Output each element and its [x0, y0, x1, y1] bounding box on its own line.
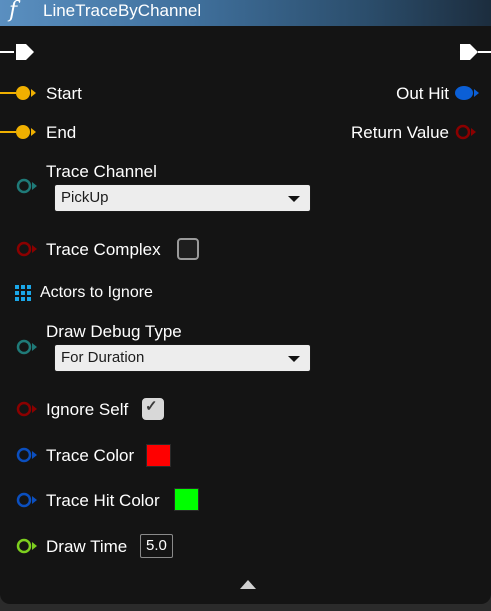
trace-color-pin[interactable] — [16, 447, 40, 463]
return-value-label: Return Value — [351, 123, 449, 142]
start-label: Start — [46, 84, 82, 103]
actors-to-ignore-label: Actors to Ignore — [40, 284, 153, 301]
node-title: LineTraceByChannel — [43, 1, 202, 20]
chevron-down-icon — [288, 356, 300, 362]
exec-in-wire — [0, 51, 14, 53]
collapse-arrow-icon[interactable] — [240, 580, 256, 589]
draw-time-input[interactable]: 5.0 — [140, 534, 173, 558]
trace-hit-color-swatch[interactable] — [174, 488, 199, 511]
ignore-self-checkbox[interactable]: ✓ — [142, 398, 164, 420]
draw-debug-type-pin[interactable] — [16, 339, 40, 355]
trace-complex-label: Trace Complex — [46, 240, 161, 259]
out-hit-pin[interactable] — [454, 85, 480, 101]
array-grid-icon[interactable] — [15, 285, 33, 303]
trace-color-label: Trace Color — [46, 446, 135, 465]
exec-in-pin[interactable] — [14, 42, 36, 62]
trace-complex-checkbox[interactable] — [177, 238, 199, 260]
start-wire — [0, 92, 16, 94]
draw-time-pin[interactable] — [16, 538, 40, 554]
trace-color-swatch[interactable] — [146, 444, 171, 467]
out-hit-label: Out Hit — [396, 84, 449, 103]
draw-time-label: Draw Time — [46, 537, 128, 556]
exec-out-pin[interactable] — [458, 42, 480, 62]
trace-channel-dropdown[interactable]: PickUp — [54, 184, 311, 212]
end-label: End — [46, 123, 77, 142]
draw-debug-type-label: Draw Debug Type — [46, 322, 182, 341]
chevron-down-icon — [288, 196, 300, 202]
end-pin[interactable] — [15, 124, 37, 140]
checkmark-icon: ✓ — [145, 398, 158, 415]
exec-out-wire — [478, 51, 491, 53]
trace-channel-value: PickUp — [61, 189, 109, 206]
end-wire — [0, 131, 16, 133]
trace-complex-pin[interactable] — [16, 241, 40, 257]
trace-channel-pin[interactable] — [16, 178, 40, 194]
trace-hit-color-pin[interactable] — [16, 492, 40, 508]
trace-channel-label: Trace Channel — [46, 162, 157, 181]
draw-debug-type-value: For Duration — [61, 349, 145, 366]
return-value-pin[interactable] — [455, 124, 479, 140]
start-pin[interactable] — [15, 85, 37, 101]
node-header[interactable]: f LineTraceByChannel — [0, 0, 491, 26]
trace-hit-color-label: Trace Hit Color — [46, 491, 160, 510]
ignore-self-label: Ignore Self — [46, 400, 129, 419]
line-trace-node[interactable]: f LineTraceByChannel Start Out Hit End R… — [0, 0, 491, 604]
ignore-self-pin[interactable] — [16, 401, 40, 417]
draw-debug-type-dropdown[interactable]: For Duration — [54, 344, 311, 372]
function-icon: f — [9, 0, 18, 23]
